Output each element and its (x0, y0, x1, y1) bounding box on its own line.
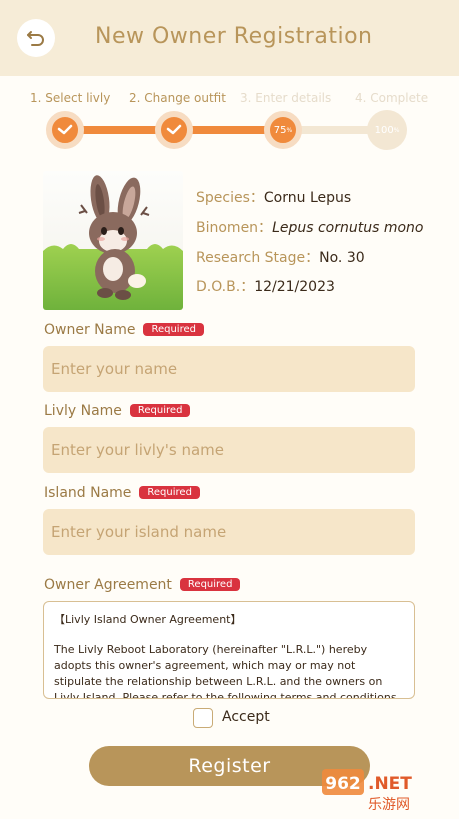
required-badge: Required (143, 323, 204, 336)
required-badge: Required (179, 578, 241, 591)
island-name-label: Island Name Required (44, 485, 200, 501)
livly-name-input[interactable] (43, 427, 415, 473)
step-label-select-livly: 1. Select livly (30, 91, 111, 105)
owner-name-input[interactable] (43, 346, 415, 392)
agreement-textbox[interactable]: 【Livly Island Owner Agreement】 The Livly… (43, 601, 415, 699)
step-node-2 (155, 111, 193, 149)
agreement-body: The Livly Reboot Laboratory (hereinafter… (54, 643, 401, 699)
species-row: Species：Cornu Lepus (196, 187, 351, 207)
binomen-label: Binomen： (196, 220, 273, 236)
watermark-logo-icon: 962 .NET 乐游网 (322, 769, 412, 813)
watermark-site: 乐游网 (368, 797, 410, 813)
step-node-3: 75% (264, 111, 302, 149)
back-arrow-icon (27, 31, 44, 46)
watermark-suffix: .NET (368, 774, 412, 794)
livly-name-label: Livly Name Required (44, 403, 191, 419)
dob-label: D.O.B.： (196, 279, 255, 295)
final-percent: 100 (374, 124, 394, 136)
livly-name-label-text: Livly Name (44, 403, 122, 419)
step-node-4: 100% (367, 110, 407, 150)
livly-rabbit-image (43, 171, 183, 310)
current-percent: 75 (273, 124, 287, 136)
step-label-enter-details: 3. Enter details (240, 91, 332, 105)
step-label-change-outfit: 2. Change outfit (129, 91, 226, 105)
site-watermark: 962 .NET 乐游网 (320, 765, 457, 815)
check-icon (57, 124, 73, 135)
livly-avatar (43, 171, 183, 310)
dob-value: 12/21/2023 (254, 279, 335, 295)
step-label-complete: 4. Complete (355, 91, 429, 105)
step-labels: 1. Select livly 2. Change outfit 3. Ente… (0, 91, 459, 109)
research-stage-row: Research Stage：No. 30 (196, 247, 365, 267)
species-label: Species： (196, 190, 264, 206)
page-title: New Owner Registration (95, 24, 373, 49)
progress-track (64, 126, 389, 134)
header-bar: New Owner Registration (0, 0, 459, 76)
watermark-number: 962 (325, 774, 361, 794)
dob-row: D.O.B.：12/21/2023 (196, 276, 335, 296)
owner-name-label: Owner Name Required (44, 322, 204, 338)
research-stage-label: Research Stage： (196, 250, 320, 266)
species-value: Cornu Lepus (263, 190, 352, 206)
binomen-row: Binomen：Lepus cornutus mono (196, 217, 424, 237)
agreement-title: 【Livly Island Owner Agreement】 (54, 613, 242, 626)
required-badge: Required (129, 404, 191, 417)
step-node-1 (46, 111, 84, 149)
check-icon (166, 124, 182, 135)
research-stage-value: No. 30 (319, 250, 365, 266)
required-badge: Required (139, 486, 200, 499)
island-name-input[interactable] (43, 509, 415, 555)
percent-unit: % (286, 126, 293, 134)
percent-unit: % (393, 126, 400, 134)
island-name-label-text: Island Name (44, 485, 132, 501)
owner-agreement-label: Owner Agreement Required (44, 577, 241, 593)
owner-name-label-text: Owner Name (44, 322, 136, 338)
binomen-value: Lepus cornutus mono (272, 220, 424, 236)
back-button[interactable] (17, 19, 55, 57)
accept-label: Accept (222, 709, 270, 725)
accept-checkbox[interactable] (193, 708, 213, 728)
owner-agreement-label-text: Owner Agreement (44, 577, 172, 593)
